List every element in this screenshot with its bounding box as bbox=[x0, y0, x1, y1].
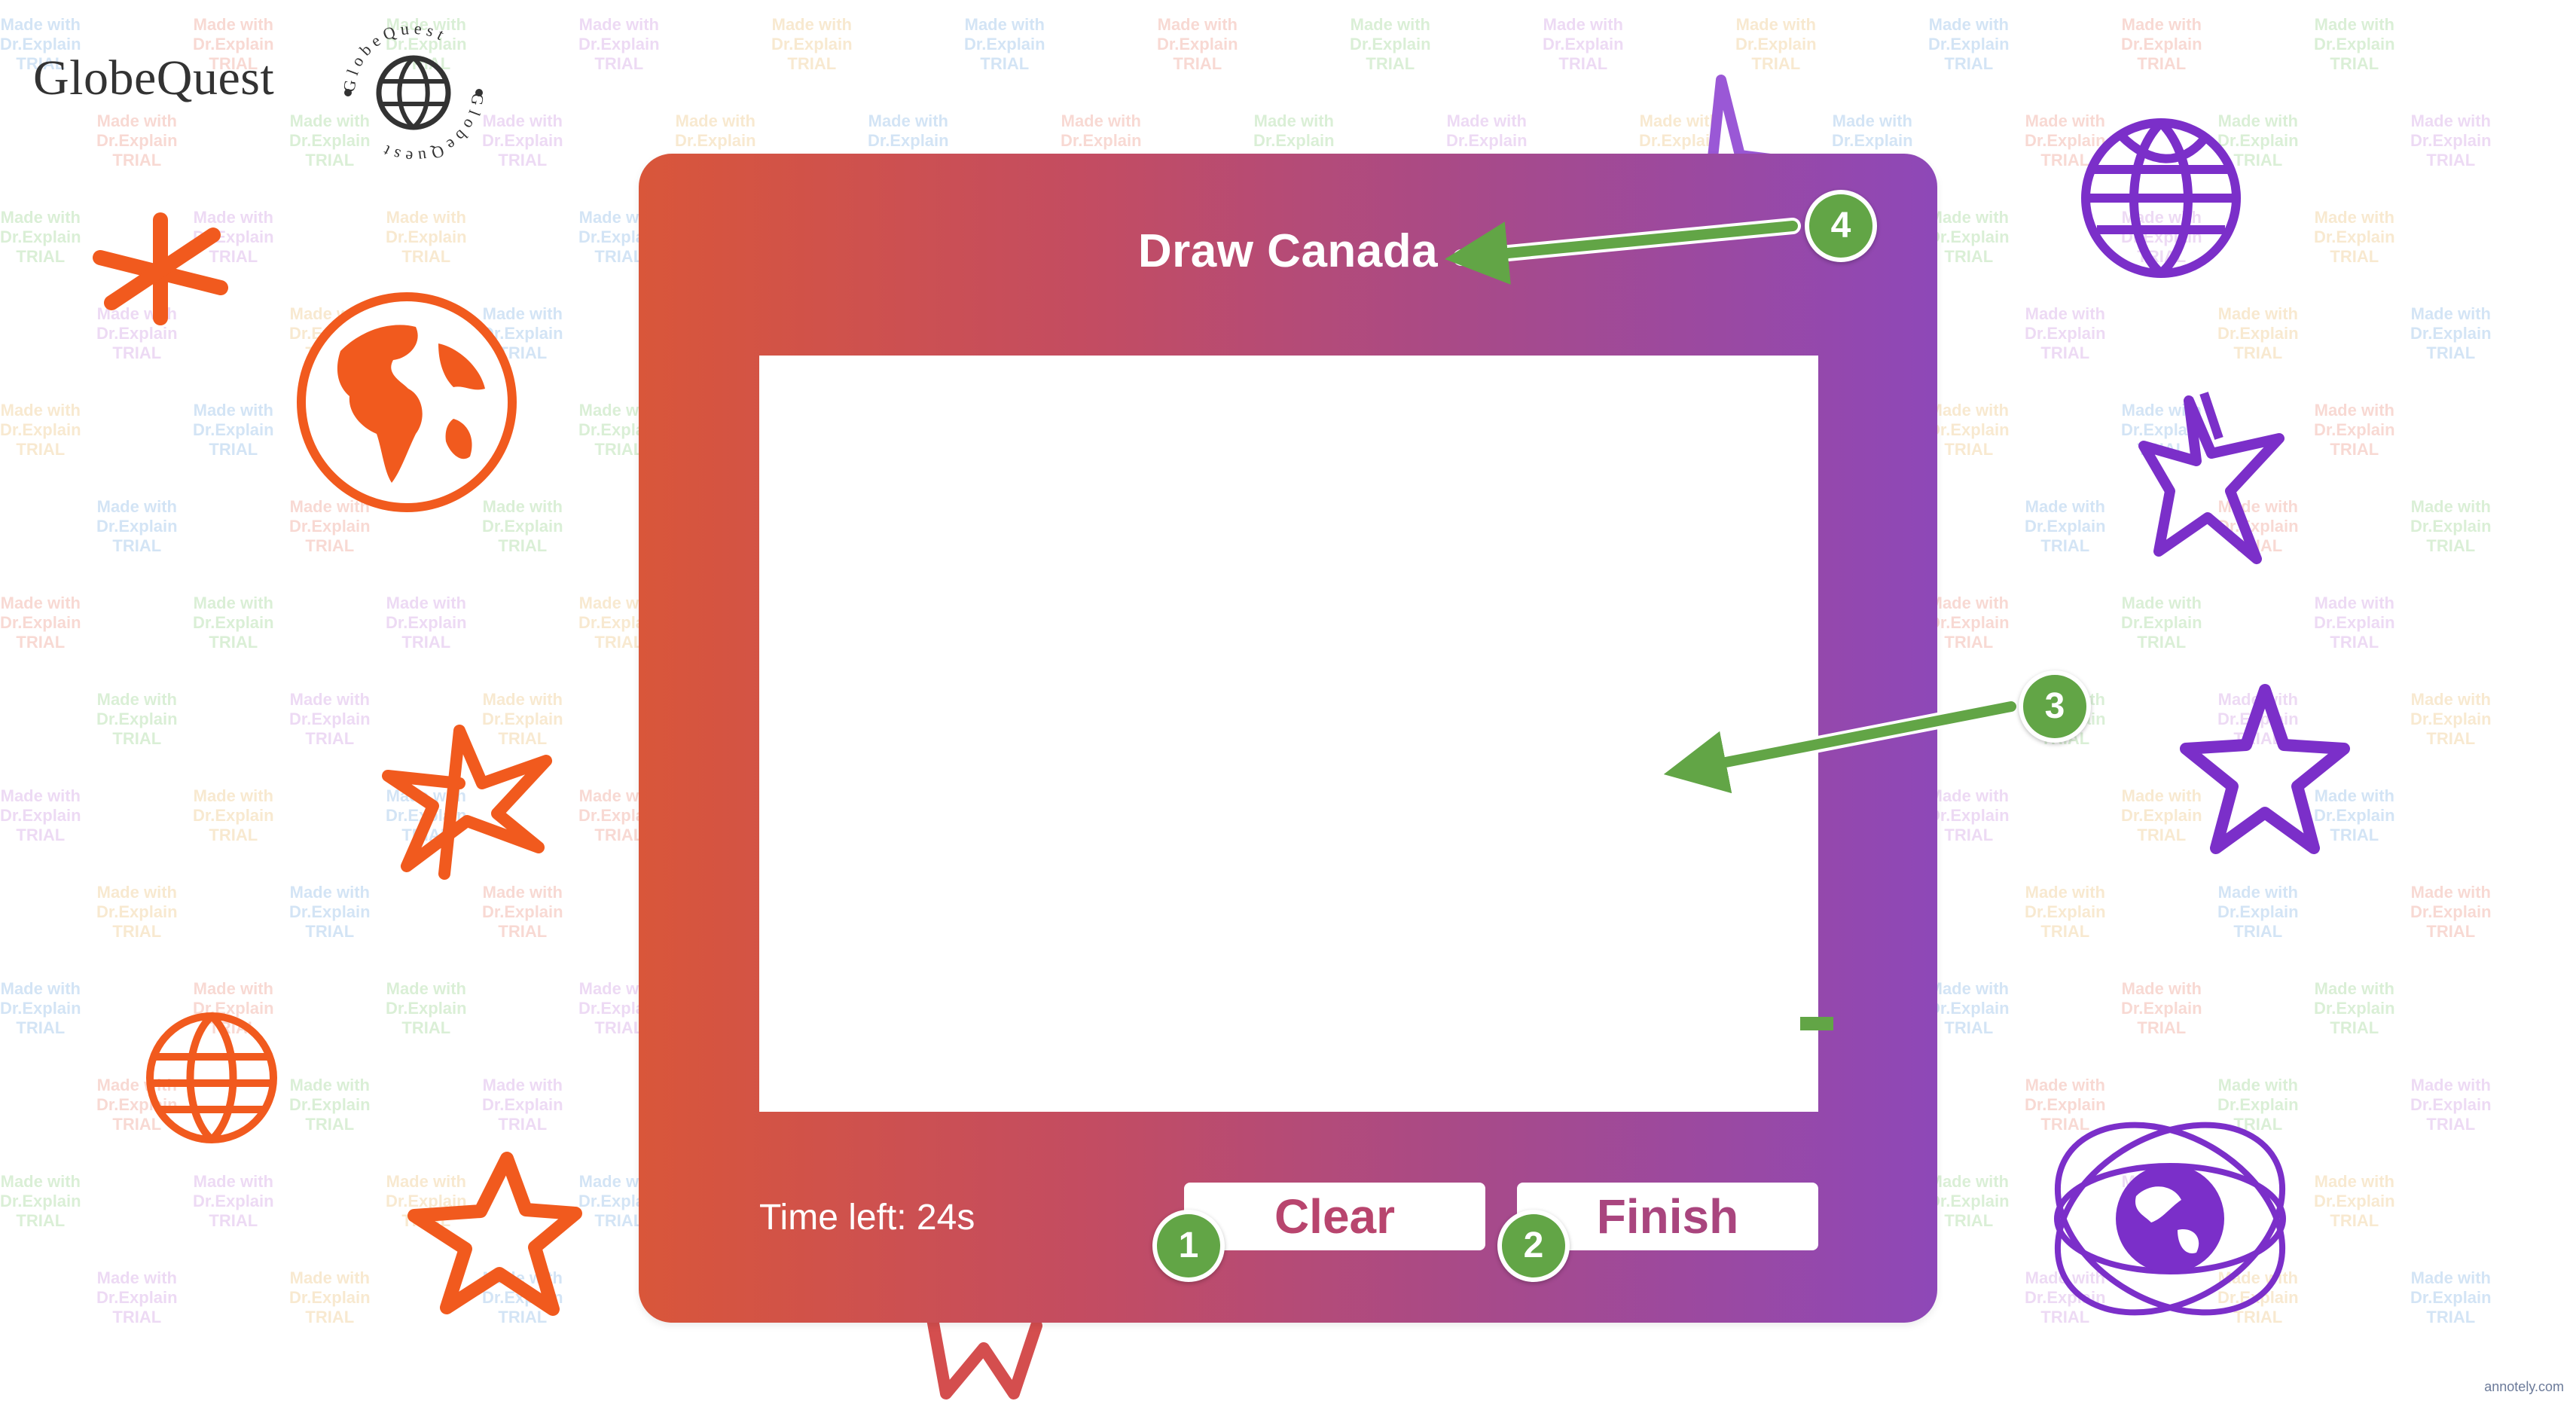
watermark-text: Made with Dr.Explain TRIAL bbox=[0, 401, 81, 459]
watermark-text: Made with Dr.Explain TRIAL bbox=[0, 979, 81, 1037]
annotation-step-4: 4 bbox=[1805, 190, 1877, 262]
watermark-text: Made with Dr.Explain TRIAL bbox=[289, 1268, 371, 1326]
watermark-text: Made with Dr.Explain TRIAL bbox=[289, 883, 371, 941]
annotely-credit: annotely.com bbox=[2484, 1379, 2564, 1394]
timer-text: Time left: 24s bbox=[759, 1198, 975, 1238]
annotation-step-3: 3 bbox=[2019, 670, 2091, 743]
watermark-text: Made with Dr.Explain TRIAL bbox=[386, 979, 467, 1037]
watermark-text: Made with Dr.Explain TRIAL bbox=[1928, 594, 2010, 652]
watermark-text: Made with Dr.Explain TRIAL bbox=[96, 883, 178, 941]
star-doodle-icon bbox=[382, 725, 552, 880]
watermark-text: Made with Dr.Explain TRIAL bbox=[482, 1076, 563, 1134]
annotation-step-2: 2 bbox=[1497, 1210, 1570, 1282]
game-screen: Made with Dr.Explain TRIAL Made with Dr.E… bbox=[0, 0, 2576, 1401]
watermark-text: Made with Dr.Explain TRIAL bbox=[2121, 979, 2202, 1037]
watermark-text: Made with Dr.Explain TRIAL bbox=[2410, 497, 2492, 555]
watermark-text: Made with Dr.Explain TRIAL bbox=[193, 1172, 274, 1230]
watermark-text: Made with Dr.Explain TRIAL bbox=[2314, 979, 2395, 1037]
watermark-text: Made with Dr.Explain TRIAL bbox=[2410, 690, 2492, 748]
prompt-title: Draw Canada bbox=[1137, 225, 1439, 277]
watermark-text: Made with Dr.Explain TRIAL bbox=[2410, 883, 2492, 941]
drawing-game-panel: Draw Canada Time left: 24s Clear Finish bbox=[639, 154, 1937, 1323]
watermark-text: Made with Dr.Explain TRIAL bbox=[2314, 1172, 2395, 1230]
watermark-text: Made with Dr.Explain TRIAL bbox=[2025, 497, 2106, 555]
watermark-text: Made with Dr.Explain TRIAL bbox=[2410, 304, 2492, 362]
watermark-text: Made with Dr.Explain TRIAL bbox=[2025, 304, 2106, 362]
watermark-text: Made with Dr.Explain TRIAL bbox=[96, 497, 178, 555]
star-doodle-icon bbox=[2138, 392, 2285, 564]
globequest-logo: GlobeQuest GlobeQuest GlobeQuest bbox=[33, 14, 500, 172]
watermark-text: Made with Dr.Explain TRIAL bbox=[1928, 786, 2010, 844]
watermark-text: Made with Dr.Explain TRIAL bbox=[289, 690, 371, 748]
star-doodle-icon bbox=[925, 1311, 1042, 1399]
drawing-canvas[interactable] bbox=[759, 356, 1818, 1112]
watermark-text: Made with Dr.Explain TRIAL bbox=[0, 786, 81, 844]
watermark-text: Made with Dr.Explain TRIAL bbox=[193, 401, 274, 459]
watermark-text: Made with Dr.Explain TRIAL bbox=[771, 15, 853, 73]
watermark-text: Made with Dr.Explain TRIAL bbox=[1543, 15, 1624, 73]
clear-button[interactable]: Clear bbox=[1184, 1183, 1485, 1250]
watermark-text: Made with Dr.Explain TRIAL bbox=[1928, 979, 2010, 1037]
watermark-text: Made with Dr.Explain TRIAL bbox=[2314, 208, 2395, 266]
watermark-text: Made with Dr.Explain TRIAL bbox=[0, 1172, 81, 1230]
logo-text: GlobeQuest bbox=[33, 50, 275, 105]
watermark-text: Made with Dr.Explain TRIAL bbox=[2217, 883, 2299, 941]
watermark-text: Made with Dr.Explain TRIAL bbox=[1735, 15, 1817, 73]
watermark-text: Made with Dr.Explain TRIAL bbox=[1928, 208, 2010, 266]
watermark-text: Made with Dr.Explain TRIAL bbox=[2217, 304, 2299, 362]
star-outline-icon bbox=[2180, 684, 2350, 854]
watermark-text: Made with Dr.Explain TRIAL bbox=[2410, 1268, 2492, 1326]
logo-globe-icon: GlobeQuest GlobeQuest bbox=[339, 19, 483, 167]
watermark-text: Made with Dr.Explain TRIAL bbox=[2025, 883, 2106, 941]
watermark-text: Made with Dr.Explain TRIAL bbox=[386, 594, 467, 652]
wire-globe-icon bbox=[2081, 118, 2241, 278]
watermark-text: Made with Dr.Explain TRIAL bbox=[482, 883, 563, 941]
watermark-text: Made with Dr.Explain TRIAL bbox=[0, 594, 81, 652]
watermark-text: Made with Dr.Explain TRIAL bbox=[2314, 594, 2395, 652]
orbit-globe-icon bbox=[2054, 1122, 2286, 1316]
watermark-text: Made with Dr.Explain TRIAL bbox=[578, 15, 660, 73]
annotation-step-1: 1 bbox=[1152, 1210, 1225, 1282]
watermark-text: Made with Dr.Explain TRIAL bbox=[96, 1268, 178, 1326]
watermark-text: Made with Dr.Explain TRIAL bbox=[1928, 1172, 2010, 1230]
watermark-text: Made with Dr.Explain TRIAL bbox=[964, 15, 1045, 73]
watermark-text: Made with Dr.Explain TRIAL bbox=[193, 786, 274, 844]
watermark-text: Made with Dr.Explain TRIAL bbox=[0, 208, 81, 266]
watermark-text: Made with Dr.Explain TRIAL bbox=[289, 1076, 371, 1134]
star-outline-icon bbox=[407, 1152, 582, 1316]
watermark-text: Made with Dr.Explain TRIAL bbox=[2121, 594, 2202, 652]
watermark-text: Made with Dr.Explain TRIAL bbox=[1928, 401, 2010, 459]
wire-globe-icon bbox=[146, 1012, 277, 1143]
asterisk-icon bbox=[93, 212, 228, 325]
watermark-text: Made with Dr.Explain TRIAL bbox=[2121, 15, 2202, 73]
watermark-text: Made with Dr.Explain TRIAL bbox=[2314, 401, 2395, 459]
watermark-text: Made with Dr.Explain TRIAL bbox=[96, 690, 178, 748]
watermark-text: Made with Dr.Explain TRIAL bbox=[2410, 1076, 2492, 1134]
watermark-text: Made with Dr.Explain TRIAL bbox=[1350, 15, 1431, 73]
watermark-text: Made with Dr.Explain TRIAL bbox=[1157, 15, 1238, 73]
watermark-text: Made with Dr.Explain TRIAL bbox=[1928, 15, 2010, 73]
watermark-text: Made with Dr.Explain TRIAL bbox=[193, 594, 274, 652]
watermark-text: Made with Dr.Explain TRIAL bbox=[2314, 15, 2395, 73]
watermark-text: Made with Dr.Explain TRIAL bbox=[386, 208, 467, 266]
watermark-text: Made with Dr.Explain TRIAL bbox=[2410, 111, 2492, 169]
earth-globe-icon bbox=[297, 292, 517, 512]
